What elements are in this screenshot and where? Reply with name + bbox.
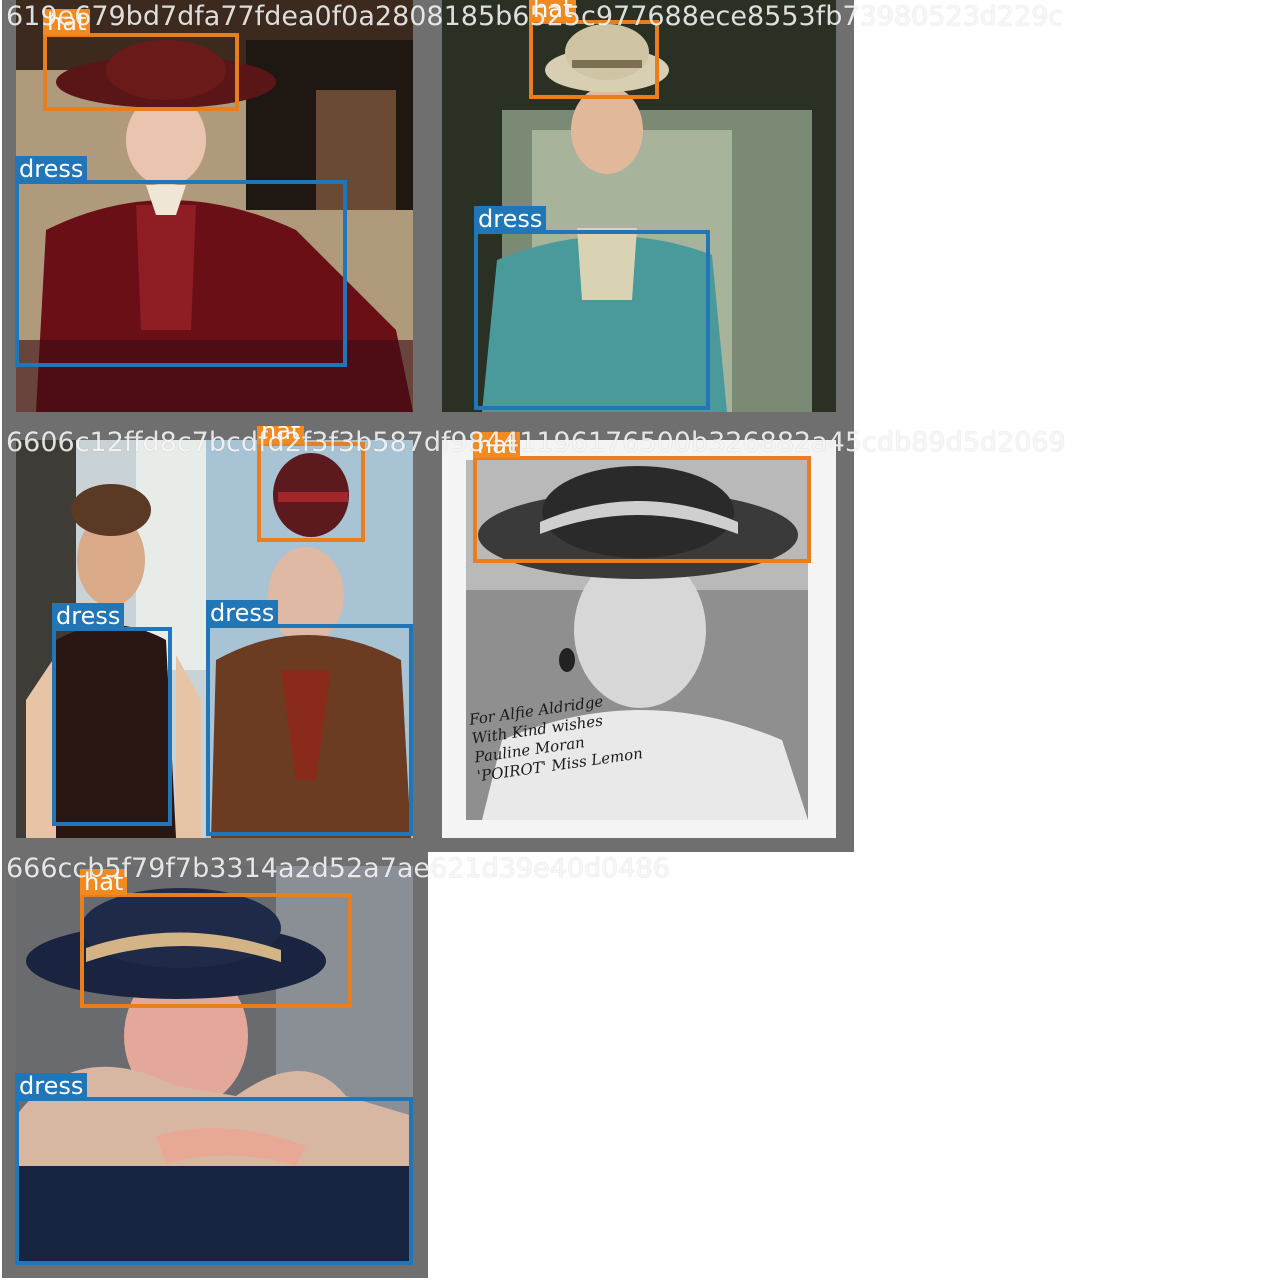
image-tile-2: hat dress — [428, 0, 854, 426]
image-tile-3: hat dress dress — [2, 426, 428, 852]
image-tile-5: hat dress — [2, 852, 428, 1278]
hat-bounding-box: hat — [80, 869, 352, 1008]
dress-bounding-box: dress — [15, 156, 347, 367]
hat-bounding-box: hat — [257, 426, 365, 542]
box-label: hat — [43, 9, 91, 35]
dress-bounding-box: dress — [206, 600, 413, 836]
box-label: dress — [474, 206, 547, 232]
box-label: dress — [206, 600, 279, 626]
dress-bounding-box: dress — [474, 206, 710, 410]
box-label: dress — [15, 156, 88, 182]
image-tile-4: For Alfie Aldridge With Kind wishes Paul… — [428, 426, 854, 852]
box-label: dress — [15, 1073, 88, 1099]
box-label: hat — [80, 869, 128, 895]
box-label: hat — [473, 432, 521, 458]
image-tile-1: hat dress — [2, 0, 428, 426]
hat-bounding-box: hat — [529, 0, 659, 99]
dress-bounding-box: dress — [52, 603, 172, 826]
hat-bounding-box: hat — [473, 432, 811, 563]
box-label: hat — [257, 426, 305, 444]
box-label: hat — [529, 0, 577, 22]
dress-bounding-box: dress — [15, 1073, 413, 1265]
box-label: dress — [52, 603, 125, 629]
hat-bounding-box: hat — [43, 9, 239, 111]
